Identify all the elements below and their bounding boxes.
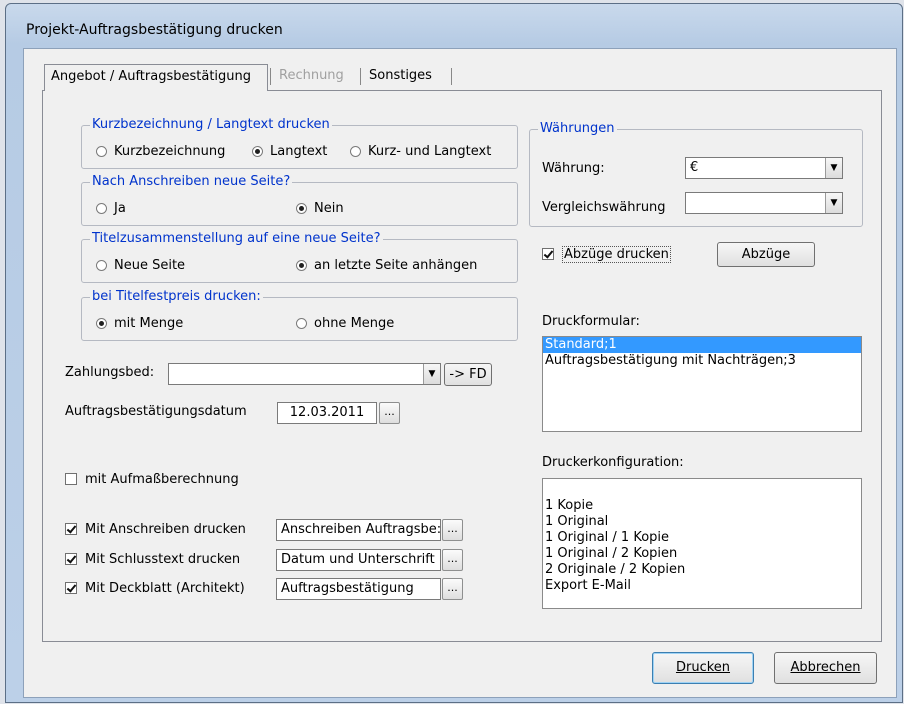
list-item[interactable]: Auftragsbestätigung mit Nachträgen;3 (543, 353, 861, 369)
chevron-down-icon[interactable]: ▼ (423, 364, 440, 384)
schlusstext-field[interactable]: Datum und Unterschrift (276, 549, 441, 571)
tab-sonstiges[interactable]: Sonstiges (363, 64, 438, 88)
checkbox-box (542, 248, 554, 260)
tab-panel: Kurzbezeichnung / Langtext drucken Kurzb… (42, 90, 882, 642)
tab-separator (451, 68, 452, 85)
radio-letzte-seite[interactable]: an letzte Seite anhängen (296, 258, 477, 274)
group-legend: Titelzusammenstellung auf eine neue Seit… (90, 231, 383, 246)
druckerkonfiguration-list[interactable]: 1 Kopie 1 Original 1 Original / 1 Kopie … (542, 478, 862, 609)
radio-nein[interactable]: Nein (296, 201, 344, 217)
druckformular-label: Druckformular: (542, 314, 640, 329)
radio-circle (96, 318, 107, 329)
radio-circle (96, 146, 107, 157)
radio-circle (296, 203, 307, 214)
radio-ja[interactable]: Ja (96, 201, 126, 217)
deckblatt-field[interactable]: Auftragsbestätigung (276, 578, 441, 600)
anschreiben-field[interactable]: Anschreiben Auftragsbe: (276, 519, 441, 541)
radio-langtext[interactable]: Langtext (252, 144, 327, 160)
radio-kurz-und-langtext[interactable]: Kurz- und Langtext (350, 144, 491, 160)
deckblatt-browse-button[interactable]: ... (442, 578, 463, 600)
group-kurzbezeichnung: Kurzbezeichnung / Langtext drucken Kurzb… (81, 117, 518, 169)
schlusstext-browse-button[interactable]: ... (442, 549, 463, 571)
vergleichswaehrung-combo[interactable]: ▼ (685, 192, 843, 214)
tab-angebot[interactable]: Angebot / Auftragsbestätigung (44, 64, 268, 91)
abzuege-checkbox[interactable]: Abzüge drucken (542, 246, 671, 263)
schlusstext-checkbox[interactable]: Mit Schlusstext drucken (65, 552, 240, 568)
group-legend: Kurzbezeichnung / Langtext drucken (90, 117, 332, 132)
radio-circle (296, 260, 307, 271)
abbrechen-button[interactable]: Abbrechen (774, 652, 877, 684)
druckformular-list[interactable]: Standard;1 Auftragsbestätigung mit Nacht… (542, 336, 862, 432)
radio-circle (296, 318, 307, 329)
list-item[interactable]: 1 Kopie (543, 498, 861, 514)
anschreiben-checkbox[interactable]: Mit Anschreiben drucken (65, 522, 246, 538)
chevron-down-icon[interactable]: ▼ (825, 158, 842, 178)
datum-picker-button[interactable]: ... (379, 402, 400, 424)
group-legend: Nach Anschreiben neue Seite? (90, 174, 293, 189)
radio-kurzbezeichnung[interactable]: Kurzbezeichnung (96, 144, 225, 160)
anschreiben-browse-button[interactable]: ... (442, 519, 463, 541)
list-item[interactable]: 2 Originale / 2 Kopien (543, 562, 861, 578)
aufmass-checkbox[interactable]: mit Aufmaßberechnung (65, 472, 239, 488)
group-titelfestpreis: bei Titelfestpreis drucken: mit Menge oh… (81, 289, 518, 341)
waehrung-combo[interactable]: € ▼ (685, 157, 843, 179)
datum-label: Auftragsbestätigungsdatum (65, 404, 247, 419)
list-item[interactable] (543, 482, 861, 498)
group-waehrungen: Währungen Währung: € ▼ Vergleichswährung… (529, 121, 863, 227)
list-item[interactable]: 1 Original (543, 514, 861, 530)
radio-circle (96, 203, 107, 214)
radio-mit-menge[interactable]: mit Menge (96, 316, 183, 332)
deckblatt-checkbox[interactable]: Mit Deckblatt (Architekt) (65, 581, 245, 597)
abzuege-button[interactable]: Abzüge (717, 242, 815, 267)
checkbox-box (65, 523, 77, 535)
radio-circle (350, 146, 361, 157)
checkbox-box (65, 473, 77, 485)
radio-circle (252, 146, 263, 157)
group-legend: bei Titelfestpreis drucken: (90, 289, 263, 304)
list-item[interactable]: Standard;1 (543, 337, 861, 353)
radio-neue-seite[interactable]: Neue Seite (96, 258, 185, 274)
group-neue-seite: Nach Anschreiben neue Seite? Ja Nein (81, 174, 518, 226)
checkbox-box (65, 582, 77, 594)
datum-field[interactable]: 12.03.2011 (277, 402, 377, 424)
chevron-down-icon[interactable]: ▼ (825, 193, 842, 213)
druckerkonfiguration-label: Druckerkonfiguration: (542, 455, 684, 470)
list-item[interactable]: Export E-Mail (543, 578, 861, 594)
vergleichswaehrung-label: Vergleichswährung (542, 200, 666, 215)
checkbox-box (65, 553, 77, 565)
radio-ohne-menge[interactable]: ohne Menge (296, 316, 394, 332)
tab-rechnung[interactable]: Rechnung (273, 64, 350, 88)
dialog-client: Angebot / Auftragsbestätigung Rechnung S… (23, 48, 897, 698)
zahlungsbed-combo[interactable]: ▼ (168, 363, 441, 385)
window-title: Projekt-Auftragsbestätigung drucken (26, 22, 283, 38)
drucken-button[interactable]: Drucken (652, 652, 754, 684)
waehrung-label: Währung: (542, 161, 605, 176)
dialog-window: Projekt-Auftragsbestätigung drucken Ange… (5, 3, 903, 703)
tab-separator (270, 68, 271, 85)
radio-circle (96, 260, 107, 271)
list-item[interactable]: 1 Original / 1 Kopie (543, 530, 861, 546)
group-titelzusammenstellung: Titelzusammenstellung auf eine neue Seit… (81, 231, 518, 283)
zahlungsbed-label: Zahlungsbed: (65, 365, 155, 380)
group-legend: Währungen (538, 121, 617, 136)
tab-separator (360, 68, 361, 85)
fd-button[interactable]: -> FD (444, 363, 492, 386)
list-item[interactable]: 1 Original / 2 Kopien (543, 546, 861, 562)
